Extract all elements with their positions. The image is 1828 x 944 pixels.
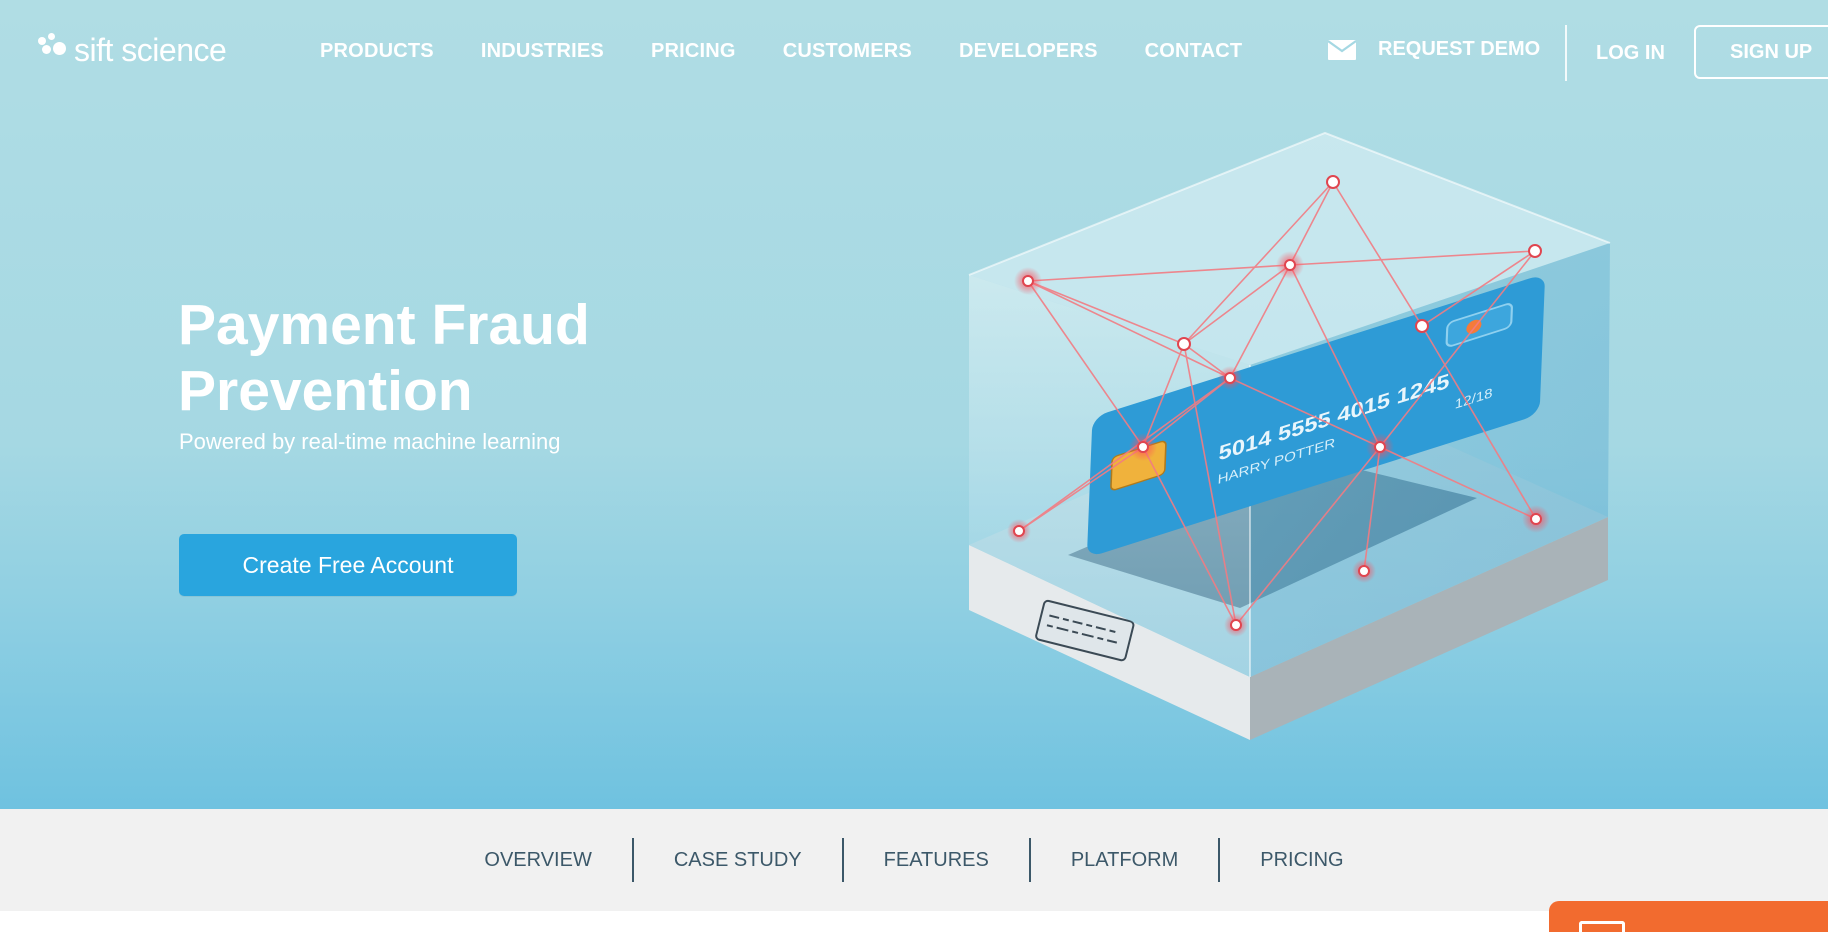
fraud-detection-illustration: 5014 5555 4015 1245 HARRY POTTER 12/18 bbox=[968, 131, 1611, 740]
network-node bbox=[1326, 175, 1340, 189]
subnav-case-study[interactable]: CASE STUDY bbox=[634, 849, 842, 872]
nav-divider bbox=[1565, 25, 1567, 81]
network-node bbox=[1522, 505, 1550, 533]
network-node bbox=[1007, 519, 1031, 543]
request-demo-link[interactable]: REQUEST DEMO bbox=[1328, 38, 1540, 61]
login-link[interactable]: LOG IN bbox=[1596, 42, 1665, 65]
nav-customers[interactable]: CUSTOMERS bbox=[783, 40, 912, 63]
nav-products[interactable]: PRODUCTS bbox=[320, 40, 434, 63]
subnav-features[interactable]: FEATURES bbox=[844, 849, 1029, 872]
create-free-account-button[interactable]: Create Free Account bbox=[179, 534, 517, 596]
network-node bbox=[1014, 267, 1042, 295]
network-node bbox=[1352, 559, 1376, 583]
nav-industries[interactable]: INDUSTRIES bbox=[481, 40, 604, 63]
chat-tab[interactable] bbox=[1549, 901, 1828, 944]
signup-label: SIGN UP bbox=[1730, 40, 1813, 63]
nav-pricing[interactable]: PRICING bbox=[651, 40, 736, 63]
signup-button[interactable]: SIGN UP bbox=[1694, 25, 1828, 79]
network-node bbox=[1366, 433, 1394, 461]
brand-name: sift science bbox=[74, 31, 227, 68]
hero-title-line1: Payment Fraud bbox=[178, 293, 590, 357]
nav-contact[interactable]: CONTACT bbox=[1145, 40, 1243, 63]
network-node bbox=[1415, 319, 1429, 333]
network-node bbox=[1528, 244, 1542, 258]
subnav-platform[interactable]: PLATFORM bbox=[1031, 849, 1218, 872]
logo[interactable]: sift science bbox=[36, 30, 227, 70]
envelope-icon bbox=[1328, 39, 1356, 60]
top-navigation: sift science PRODUCTS INDUSTRIES PRICING… bbox=[0, 0, 1828, 108]
envelope-icon bbox=[1579, 921, 1625, 944]
nav-developers[interactable]: DEVELOPERS bbox=[959, 40, 1098, 63]
hexagon-cluster-icon bbox=[36, 33, 70, 67]
hero-title-line2: Prevention bbox=[178, 359, 473, 423]
network-node bbox=[1224, 613, 1248, 637]
hero-subtitle: Powered by real-time machine learning bbox=[179, 429, 561, 454]
main-nav: PRODUCTS INDUSTRIES PRICING CUSTOMERS DE… bbox=[320, 40, 1289, 63]
section-subnav: OVERVIEW CASE STUDY FEATURES PLATFORM PR… bbox=[0, 809, 1828, 911]
network-node bbox=[1177, 337, 1191, 351]
hero-section: sift science PRODUCTS INDUSTRIES PRICING… bbox=[0, 0, 1828, 809]
network-node bbox=[1129, 433, 1157, 461]
network-node bbox=[1218, 366, 1242, 390]
network-node bbox=[1276, 251, 1304, 279]
subnav-pricing[interactable]: PRICING bbox=[1220, 849, 1383, 872]
request-demo-label: REQUEST DEMO bbox=[1378, 38, 1541, 60]
hero-title: Payment Fraud Prevention bbox=[178, 292, 698, 424]
subnav-overview[interactable]: OVERVIEW bbox=[444, 849, 631, 872]
